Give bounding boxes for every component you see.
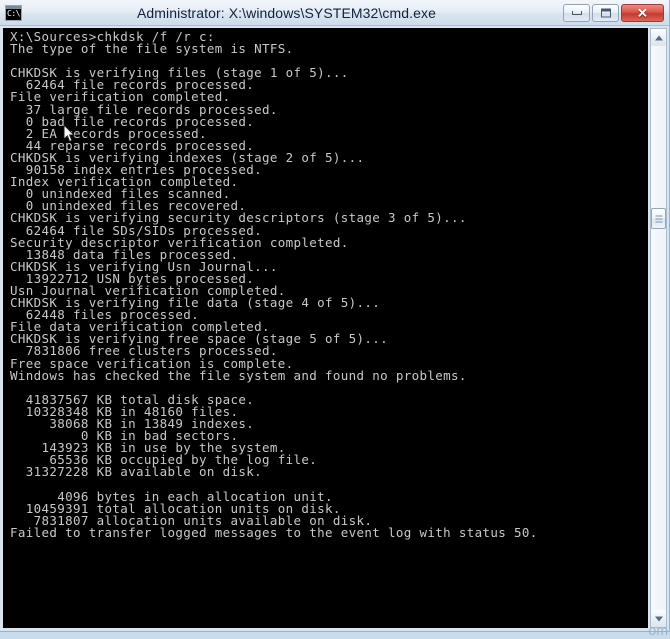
cmd-window: C:\. Administrator: X:\windows\SYSTEM32\… bbox=[0, 0, 670, 632]
console-output-area[interactable]: X:\Sources>chkdsk /f /r c: The type of t… bbox=[3, 28, 648, 628]
window-title: Administrator: X:\windows\SYSTEM32\cmd.e… bbox=[136, 4, 437, 21]
maximize-icon bbox=[600, 8, 611, 17]
scrollbar-track[interactable] bbox=[651, 46, 666, 610]
scrollbar-thumb[interactable] bbox=[651, 208, 666, 229]
minimize-icon bbox=[571, 10, 582, 15]
maximize-button[interactable] bbox=[592, 3, 619, 22]
close-icon: ✕ bbox=[637, 5, 648, 20]
scrollbar-up-arrow-icon[interactable] bbox=[651, 29, 666, 46]
watermark-text: om bbox=[648, 622, 668, 638]
console-text: X:\Sources>chkdsk /f /r c: The type of t… bbox=[10, 29, 538, 540]
window-client-area: X:\Sources>chkdsk /f /r c: The type of t… bbox=[0, 26, 669, 631]
console-scrollbar[interactable] bbox=[650, 28, 667, 628]
scrollbar-thumb-grip-icon bbox=[655, 215, 662, 222]
window-titlebar[interactable]: C:\. Administrator: X:\windows\SYSTEM32\… bbox=[0, 0, 669, 26]
minimize-button[interactable] bbox=[563, 3, 590, 22]
caption-button-group: ✕ bbox=[563, 3, 667, 22]
close-button[interactable]: ✕ bbox=[621, 3, 664, 22]
cmd-prompt-icon: C:\. bbox=[5, 4, 22, 21]
icon-prompt-text: C:\. bbox=[7, 8, 21, 18]
